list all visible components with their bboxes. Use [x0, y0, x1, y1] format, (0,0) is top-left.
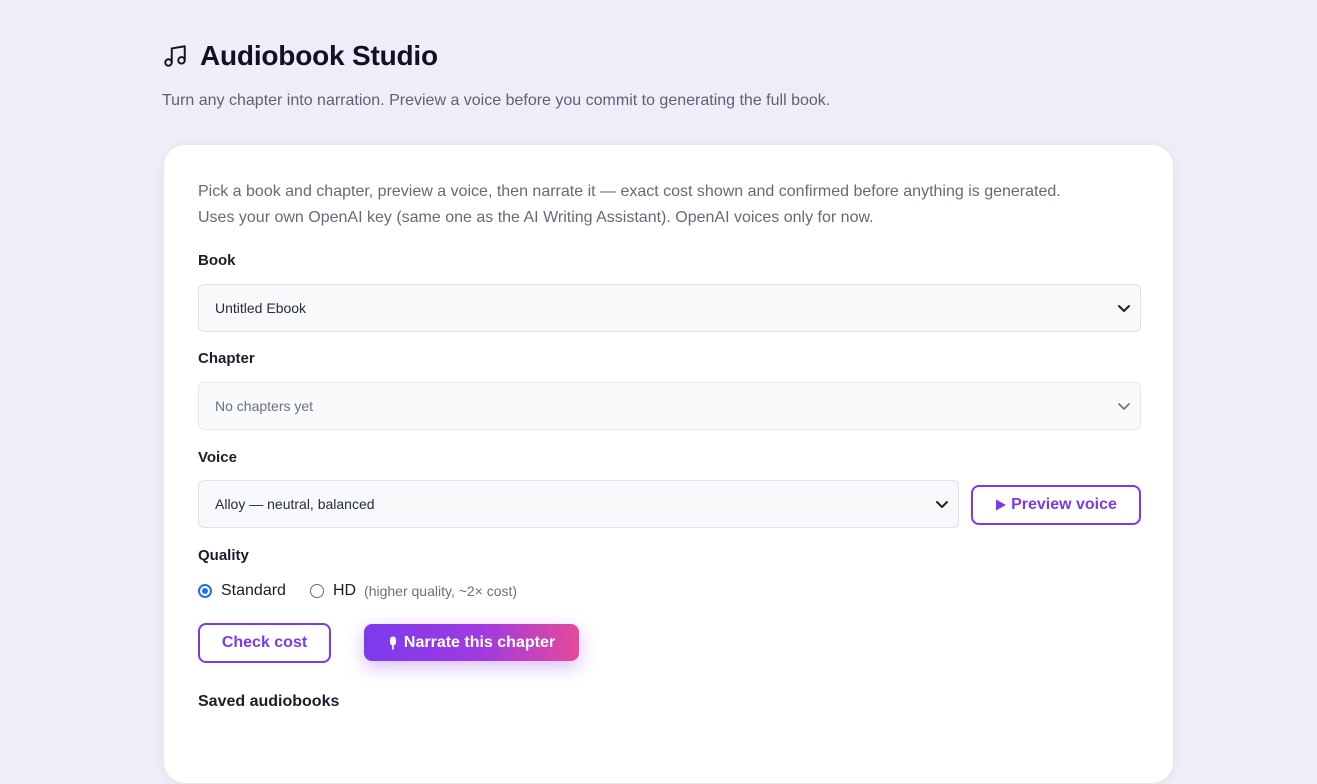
chevron-down-icon	[1118, 403, 1130, 410]
title-row: Audiobook Studio	[162, 40, 830, 72]
voice-select[interactable]: Alloy — neutral, balanced	[198, 480, 959, 528]
saved-audiobooks-heading: Saved audiobooks	[198, 693, 340, 710]
quality-hd-radio[interactable]	[309, 584, 324, 598]
page-subtitle: Turn any chapter into narration. Preview…	[162, 92, 831, 109]
narrate-chapter-label: Narrate this chapter	[403, 633, 556, 651]
quality-standard-label: Standard	[221, 582, 286, 599]
quality-standard-radio[interactable]	[198, 584, 212, 598]
voice-select-value: Alloy — neutral, balanced	[215, 496, 375, 512]
intro-line-1: Pick a book and chapter, preview a voice…	[198, 183, 1061, 200]
check-cost-button[interactable]: Check cost	[198, 623, 331, 663]
book-select-value: Untitled Ebook	[215, 300, 307, 316]
intro-line-2: Uses your own OpenAI key (same one as th…	[198, 209, 874, 226]
chevron-down-icon	[936, 501, 948, 508]
quality-options: Standard HD (higher quality, ~2× cost)	[198, 582, 517, 600]
page-header: Audiobook Studio Turn any chapter into n…	[162, 40, 830, 110]
play-icon	[996, 499, 1007, 511]
preview-voice-label: Preview voice	[1011, 496, 1117, 513]
check-cost-label: Check cost	[221, 634, 308, 651]
music-note-icon	[162, 43, 188, 69]
quality-hd-label: HD	[332, 582, 357, 599]
book-label: Book	[198, 252, 236, 269]
narrate-chapter-button[interactable]: Narrate this chapter	[364, 624, 579, 661]
chapter-label: Chapter	[198, 350, 255, 367]
intro-text: Pick a book and chapter, preview a voice…	[198, 179, 1061, 231]
voice-label: Voice	[198, 449, 237, 466]
quality-hd-hint: (higher quality, ~2× cost)	[364, 583, 518, 599]
audiobook-card: Pick a book and chapter, preview a voice…	[163, 144, 1174, 784]
page-title: Audiobook Studio	[200, 40, 438, 71]
chapter-select-value: No chapters yet	[215, 398, 314, 414]
book-select[interactable]: Untitled Ebook	[198, 284, 1141, 332]
chapter-select[interactable]: No chapters yet	[198, 382, 1141, 430]
quality-label: Quality	[198, 547, 249, 564]
microphone-icon	[389, 636, 396, 650]
chevron-down-icon	[1118, 305, 1130, 312]
preview-voice-button[interactable]: Preview voice	[971, 485, 1141, 525]
